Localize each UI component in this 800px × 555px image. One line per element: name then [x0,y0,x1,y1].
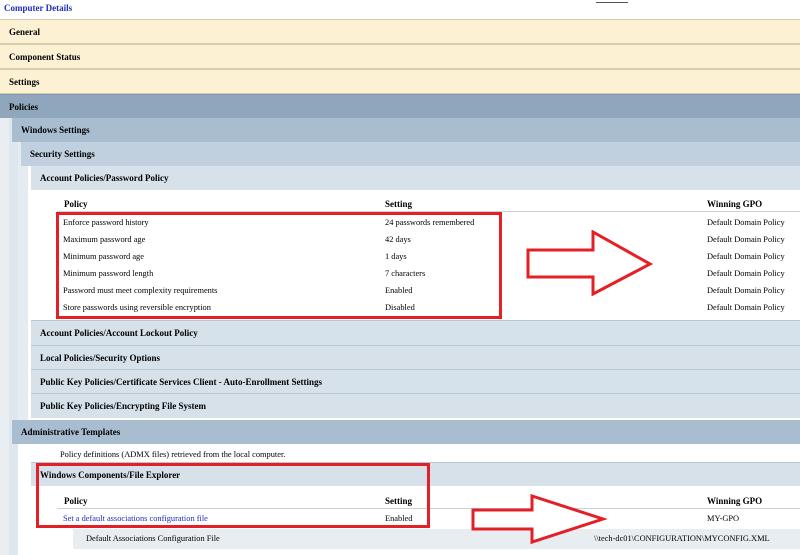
policy-gpo-cell: Default Domain Policy [707,269,785,278]
policy-gpo-cell: Default Domain Policy [707,252,785,261]
right-arrow-icon [471,494,608,545]
policy-gpo-cell: Default Domain Policy [707,303,785,312]
section-account-lockout-policy-label: Account Policies/Account Lockout Policy [40,328,198,338]
section-administrative-templates-label: Administrative Templates [21,427,121,437]
indent-rail-2 [9,118,18,555]
policy-gpo-cell: Default Domain Policy [707,286,785,295]
section-general-label: General [9,26,40,37]
indent-rail-3 [18,142,28,420]
fe-col-gpo-header: Winning GPO [707,496,763,506]
section-account-lockout-policy[interactable]: Account Policies/Account Lockout Policy [31,320,800,345]
section-settings[interactable]: Settings [0,69,800,94]
section-policies-label: Policies [9,101,38,112]
section-windows-settings-label: Windows Settings [21,125,90,135]
section-password-policy-label: Account Policies/Password Policy [40,173,169,183]
policy-gpo-cell: Default Domain Policy [707,218,785,227]
computer-details-title[interactable]: Computer Details [4,3,72,13]
hide-link-fragment[interactable] [596,0,628,3]
section-pk-cert-services[interactable]: Public Key Policies/Certificate Services… [31,369,800,393]
section-pk-efs[interactable]: Public Key Policies/Encrypting File Syst… [31,393,800,418]
highlight-box-password-policy [56,212,502,319]
fe-subrow-value: \\tech-dc01\CONFIGURATION\MYCONFIG.XML [594,534,770,543]
section-security-settings-label: Security Settings [30,149,95,159]
col-gpo-header: Winning GPO [707,199,763,209]
section-pk-cert-services-label: Public Key Policies/Certificate Services… [40,376,323,387]
indent-rail-1 [0,94,9,555]
section-security-settings[interactable]: Security Settings [21,142,800,166]
section-policies[interactable]: Policies [0,94,800,118]
right-arrow-icon [526,230,654,296]
section-local-policies[interactable]: Local Policies/Security Options [31,345,800,369]
section-local-policies-label: Local Policies/Security Options [40,352,160,363]
fe-subrow: Default Associations Configuration File … [73,529,800,549]
col-setting-header: Setting [385,199,412,209]
section-settings-label: Settings [9,76,40,87]
fe-subrow-label: Default Associations Configuration File [86,534,220,543]
admx-note: Policy definitions (ADMX files) retrieve… [60,450,286,459]
section-pk-efs-label: Public Key Policies/Encrypting File Syst… [40,401,206,411]
fe-gpo-cell: MY-GPO [707,514,740,523]
section-administrative-templates[interactable]: Administrative Templates [12,420,800,444]
policy-gpo-cell: Default Domain Policy [707,235,785,244]
section-component-status[interactable]: Component Status [0,44,800,69]
section-component-status-label: Component Status [9,51,81,62]
section-password-policy[interactable]: Account Policies/Password Policy [31,166,800,190]
title-strip: Computer Details [0,0,800,16]
admx-note-row: Policy definitions (ADMX files) retrieve… [18,444,800,461]
section-general[interactable]: General [0,19,800,44]
col-policy-header: Policy [64,199,88,209]
section-windows-settings[interactable]: Windows Settings [12,118,800,142]
highlight-box-file-explorer [36,463,430,528]
